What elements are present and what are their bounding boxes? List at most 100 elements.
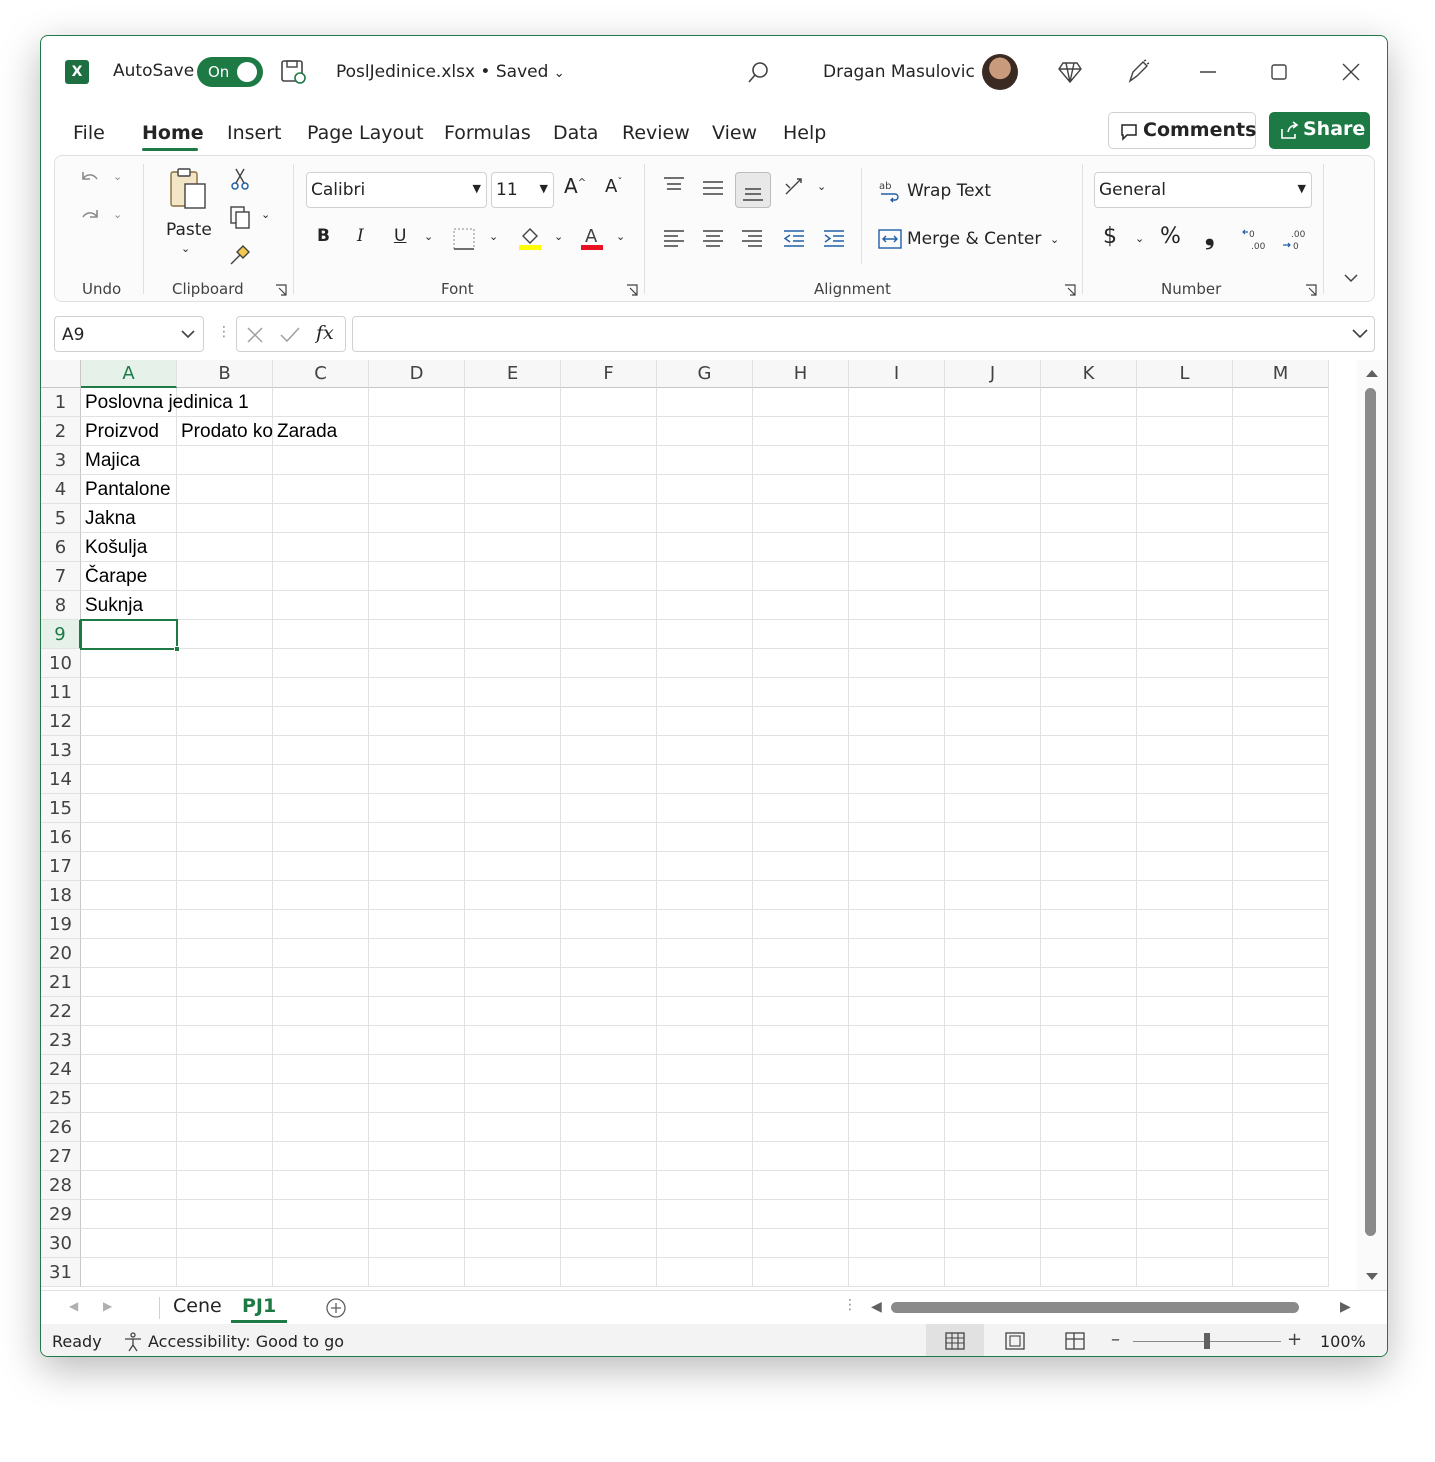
column-header-l[interactable]: L (1137, 360, 1233, 388)
paste-icon[interactable] (165, 166, 211, 212)
cell-b2[interactable]: Prodato komada (177, 417, 273, 446)
zoom-in-icon[interactable]: + (1287, 1329, 1302, 1350)
comma-style-button[interactable]: ❟ (1205, 222, 1214, 250)
row-header-12[interactable]: 12 (41, 707, 81, 736)
italic-button[interactable]: I (357, 226, 364, 246)
comments-button[interactable]: Comments (1108, 112, 1256, 149)
merge-dropdown-icon[interactable]: ⌄ (1050, 233, 1059, 246)
redo-icon[interactable] (77, 204, 103, 230)
zoom-slider-track[interactable] (1133, 1333, 1281, 1349)
cell-a1[interactable]: Poslovna jedinica 1 (81, 388, 249, 417)
row-header-19[interactable]: 19 (41, 910, 81, 939)
wrap-text-icon[interactable]: ab (877, 178, 903, 204)
column-header-f[interactable]: F (561, 360, 657, 388)
cell-a7[interactable]: Čarape (81, 562, 177, 591)
fill-color-icon[interactable] (517, 224, 543, 250)
row-header-23[interactable]: 23 (41, 1026, 81, 1055)
orientation-dropdown-icon[interactable]: ⌄ (817, 180, 826, 193)
accessibility-icon[interactable] (122, 1331, 144, 1353)
undo-icon[interactable] (77, 166, 103, 192)
page-layout-view-button[interactable] (986, 1324, 1044, 1356)
font-size-select[interactable]: 11 ▼ (491, 172, 554, 208)
increase-indent-icon[interactable] (821, 226, 847, 252)
row-header-15[interactable]: 15 (41, 794, 81, 823)
align-middle-icon[interactable] (700, 176, 726, 202)
sheet-tab-cene[interactable]: Cene (173, 1295, 222, 1317)
row-header-7[interactable]: 7 (41, 562, 81, 591)
underline-button[interactable]: U (394, 226, 406, 246)
row-header-22[interactable]: 22 (41, 997, 81, 1026)
borders-icon[interactable] (451, 226, 477, 252)
row-header-2[interactable]: 2 (41, 417, 81, 446)
decrease-indent-icon[interactable] (781, 226, 807, 252)
hscroll-right-icon[interactable]: ▶ (1340, 1299, 1351, 1315)
column-header-c[interactable]: C (273, 360, 369, 388)
column-header-a[interactable]: A (81, 360, 177, 388)
orientation-icon[interactable] (783, 176, 809, 202)
enter-check-icon[interactable] (279, 325, 301, 345)
menu-review[interactable]: Review (622, 122, 690, 144)
row-header-1[interactable]: 1 (41, 388, 81, 417)
column-header-b[interactable]: B (177, 360, 273, 388)
align-bottom-button[interactable] (735, 172, 771, 208)
hscroll-left-icon[interactable]: ◀ (871, 1299, 882, 1315)
column-header-k[interactable]: K (1041, 360, 1137, 388)
tab-scroll-right-icon[interactable]: ▶ (103, 1299, 112, 1313)
row-header-14[interactable]: 14 (41, 765, 81, 794)
row-header-8[interactable]: 8 (41, 591, 81, 620)
row-header-11[interactable]: 11 (41, 678, 81, 707)
undo-dropdown-icon[interactable]: ⌄ (113, 170, 122, 183)
menu-home[interactable]: Home (142, 122, 204, 144)
number-format-select[interactable]: General ▼ (1094, 172, 1312, 208)
filename-dropdown[interactable]: PoslJedinice.xlsx • Saved ⌄ (336, 62, 565, 82)
row-header-30[interactable]: 30 (41, 1229, 81, 1258)
align-right-icon[interactable] (739, 226, 765, 252)
save-icon[interactable] (279, 58, 307, 86)
bold-button[interactable]: B (317, 226, 330, 246)
insert-function-button[interactable]: fx (316, 322, 334, 344)
column-header-e[interactable]: E (465, 360, 561, 388)
decrease-decimal-icon[interactable]: .000 (1281, 226, 1307, 252)
cell-a5[interactable]: Jakna (81, 504, 177, 533)
format-painter-icon[interactable] (227, 242, 253, 268)
row-header-17[interactable]: 17 (41, 852, 81, 881)
increase-decimal-icon[interactable]: 0.00 (1241, 226, 1267, 252)
row-header-18[interactable]: 18 (41, 881, 81, 910)
column-header-j[interactable]: J (945, 360, 1041, 388)
maximize-icon[interactable] (1266, 59, 1292, 85)
cell-c2[interactable]: Zarada (273, 417, 369, 446)
cancel-icon[interactable] (245, 325, 265, 345)
cell-a3[interactable]: Majica (81, 446, 177, 475)
menu-insert[interactable]: Insert (227, 122, 282, 144)
cut-icon[interactable] (227, 166, 253, 192)
row-header-13[interactable]: 13 (41, 736, 81, 765)
formula-input[interactable] (352, 316, 1375, 352)
column-header-d[interactable]: D (369, 360, 465, 388)
menu-page-layout[interactable]: Page Layout (307, 122, 424, 144)
normal-view-button[interactable] (926, 1324, 984, 1356)
align-left-icon[interactable] (661, 226, 687, 252)
align-center-icon[interactable] (700, 226, 726, 252)
spreadsheet-grid[interactable]: A B C D E F G H I J K L M 1 2 3 4 5 6 7 8 9 10 11 12 13 14 15 16 17 18… (41, 360, 1357, 1290)
minimize-icon[interactable] (1195, 59, 1221, 85)
row-header-16[interactable]: 16 (41, 823, 81, 852)
zoom-out-icon[interactable]: – (1111, 1329, 1120, 1350)
zoom-level[interactable]: 100% (1320, 1332, 1366, 1351)
fill-color-dropdown-icon[interactable]: ⌄ (554, 230, 563, 243)
dialog-launcher-icon[interactable] (1305, 284, 1317, 296)
tab-scroll-left-icon[interactable]: ◀ (69, 1299, 78, 1313)
row-header-29[interactable]: 29 (41, 1200, 81, 1229)
column-header-i[interactable]: I (849, 360, 945, 388)
font-name-select[interactable]: Calibri ▼ (306, 172, 487, 208)
decrease-font-icon[interactable]: Aˇ (605, 176, 622, 197)
cell-a2[interactable]: Proizvod (81, 417, 177, 446)
select-all-corner[interactable] (41, 360, 81, 388)
row-header-21[interactable]: 21 (41, 968, 81, 997)
vertical-scrollbar[interactable] (1357, 360, 1387, 1290)
wrap-text-button[interactable]: Wrap Text (907, 181, 991, 201)
percent-button[interactable]: % (1160, 224, 1181, 249)
paste-dropdown-icon[interactable]: ⌄ (181, 242, 190, 255)
designer-pen-icon[interactable] (1125, 59, 1151, 85)
add-sheet-icon[interactable] (325, 1297, 347, 1319)
cell-a8[interactable]: Suknja (81, 591, 177, 620)
